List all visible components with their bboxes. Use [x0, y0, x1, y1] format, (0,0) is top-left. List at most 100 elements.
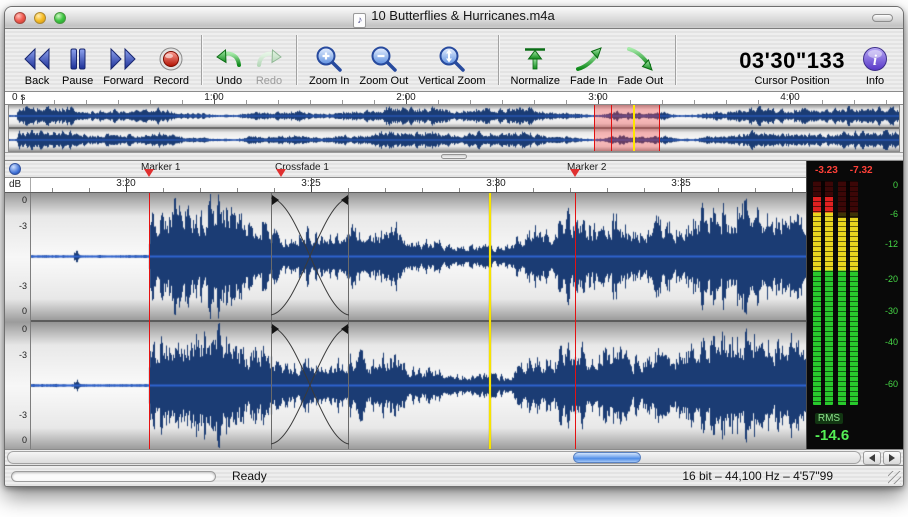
fade-in-label: Fade In — [570, 75, 607, 87]
db-scale-value: -3 — [19, 350, 27, 360]
db-gutter: 0 -3 -3 0 0 -3 -3 0 — [5, 193, 31, 449]
zoom-out-icon — [369, 44, 399, 74]
info-button[interactable]: i Info — [855, 35, 895, 87]
marker-line[interactable] — [575, 193, 576, 449]
scroll-right-button[interactable] — [883, 451, 901, 465]
pause-button[interactable]: Pause — [57, 35, 98, 87]
marker-flag-icon[interactable] — [144, 169, 154, 177]
overview-ruler[interactable]: 0 s 1:00 2:00 3:00 4:00 — [5, 92, 903, 105]
forward-button[interactable]: Forward — [98, 35, 148, 87]
record-button[interactable]: Record — [149, 35, 194, 87]
overview-waveform[interactable] — [8, 105, 900, 152]
toolbar-divider — [675, 35, 676, 85]
meter-bar-left — [813, 181, 833, 405]
marker-menu-icon[interactable] — [9, 163, 21, 175]
record-icon — [156, 44, 186, 74]
overview-marker-line[interactable] — [611, 105, 612, 151]
crossfade-envelope[interactable] — [271, 193, 349, 320]
status-text: Ready — [232, 469, 267, 483]
playhead-line[interactable] — [489, 193, 491, 449]
left-arrow-icon — [869, 454, 875, 462]
marker-flag-icon[interactable] — [570, 169, 580, 177]
overview-waveform-left[interactable] — [9, 105, 899, 127]
db-scale-value: 0 — [22, 324, 27, 334]
scrollbar-track[interactable] — [7, 451, 861, 464]
level-meter-panel: -3.23 -7.32 0 -6 -12 -20 -30 -40 -60 RMS… — [806, 161, 903, 449]
horizontal-scrollbar[interactable] — [5, 449, 903, 465]
redo-button[interactable]: Redo — [249, 35, 289, 87]
format-info: 16 bit – 44,100 Hz – 4'57"99 — [682, 469, 833, 483]
meter-scale-label: -6 — [890, 209, 898, 219]
meter-scale-label: 0 — [893, 180, 898, 190]
peak-value-right: -7.32 — [850, 165, 873, 179]
meter-scale-label: -20 — [885, 274, 898, 284]
redo-icon — [254, 44, 284, 74]
resize-grip[interactable] — [888, 471, 901, 484]
toolbar-divider — [498, 35, 499, 85]
overview-tick-label: 0 s — [12, 92, 25, 103]
marker-line[interactable] — [149, 193, 150, 449]
waveform-channel-right[interactable] — [31, 322, 806, 449]
pane-splitter[interactable] — [5, 152, 903, 161]
toolbar-divider — [201, 35, 202, 85]
zoom-in-button[interactable]: Zoom In — [304, 35, 354, 87]
db-scale-value: -3 — [19, 221, 27, 231]
window-title-text: 10 Butterflies & Hurricanes.m4a — [371, 8, 555, 23]
db-scale-value: -3 — [19, 410, 27, 420]
window-title: ♪10 Butterflies & Hurricanes.m4a — [5, 8, 903, 28]
overview-ruler-ticks: 0 s 1:00 2:00 3:00 4:00 — [8, 92, 900, 104]
crossfade-handle-icon[interactable] — [341, 195, 348, 205]
toolbar-toggle-button[interactable] — [872, 14, 893, 22]
pause-icon — [63, 44, 93, 74]
scroll-left-button[interactable] — [863, 451, 881, 465]
undo-label: Undo — [216, 75, 242, 87]
vertical-zoom-icon — [437, 44, 467, 74]
titlebar[interactable]: ♪10 Butterflies & Hurricanes.m4a — [5, 7, 903, 29]
overview-playhead[interactable] — [633, 105, 635, 151]
fade-out-button[interactable]: Fade Out — [612, 35, 668, 87]
db-scale-value: 0 — [22, 195, 27, 205]
back-button[interactable]: Back — [17, 35, 57, 87]
vertical-zoom-button[interactable]: Vertical Zoom — [413, 35, 490, 87]
status-bar: Ready 16 bit – 44,100 Hz – 4'57"99 — [5, 465, 903, 486]
meter-scale-label: -30 — [885, 306, 898, 316]
zoom-out-label: Zoom Out — [359, 75, 408, 87]
edit-area: Marker 1 Crossfade 1 Marker 2 dB 3:20 3:… — [5, 161, 903, 449]
fade-in-icon — [574, 44, 604, 74]
toolbar: Back Pause Forward Record Undo Redo Zoom… — [5, 29, 903, 92]
record-label: Record — [154, 75, 189, 87]
db-scale-value: 0 — [22, 435, 27, 445]
undo-button[interactable]: Undo — [209, 35, 249, 87]
meter-scale-label: -12 — [885, 239, 898, 249]
rms-value: -14.6 — [815, 427, 903, 444]
waveform-channel-left[interactable] — [31, 193, 806, 320]
normalize-label: Normalize — [511, 75, 561, 87]
marker-strip[interactable]: Marker 1 Crossfade 1 Marker 2 — [5, 161, 806, 178]
right-arrow-icon — [889, 454, 895, 462]
crossfade-handle-icon[interactable] — [272, 195, 279, 205]
marker-flag-icon[interactable] — [276, 169, 286, 177]
overview-waveform-right[interactable] — [9, 129, 899, 151]
crossfade-envelope[interactable] — [271, 322, 349, 449]
waveform-editor[interactable] — [31, 193, 806, 449]
crossfade-handle-icon[interactable] — [341, 324, 348, 334]
toolbar-divider — [296, 35, 297, 85]
crossfade-handle-icon[interactable] — [272, 324, 279, 334]
fade-out-label: Fade Out — [617, 75, 663, 87]
info-icon: i — [860, 44, 890, 74]
app-window: ♪10 Butterflies & Hurricanes.m4a Back Pa… — [4, 6, 904, 487]
fade-in-button[interactable]: Fade In — [565, 35, 612, 87]
pause-label: Pause — [62, 75, 93, 87]
cursor-position-label: Cursor Position — [754, 75, 829, 87]
forward-label: Forward — [103, 75, 143, 87]
overview-selection[interactable] — [594, 105, 660, 151]
splitter-handle-icon[interactable] — [441, 154, 467, 159]
meter-bar-right — [838, 181, 858, 405]
level-meters: 0 -6 -12 -20 -30 -40 -60 — [807, 179, 903, 409]
zoom-out-button[interactable]: Zoom Out — [354, 35, 413, 87]
time-ruler[interactable]: 3:20 3:25 3:30 3:35 — [31, 178, 806, 192]
normalize-button[interactable]: Normalize — [506, 35, 566, 87]
vertical-zoom-label: Vertical Zoom — [418, 75, 485, 87]
back-icon — [22, 44, 52, 74]
scrollbar-thumb[interactable] — [573, 452, 641, 463]
